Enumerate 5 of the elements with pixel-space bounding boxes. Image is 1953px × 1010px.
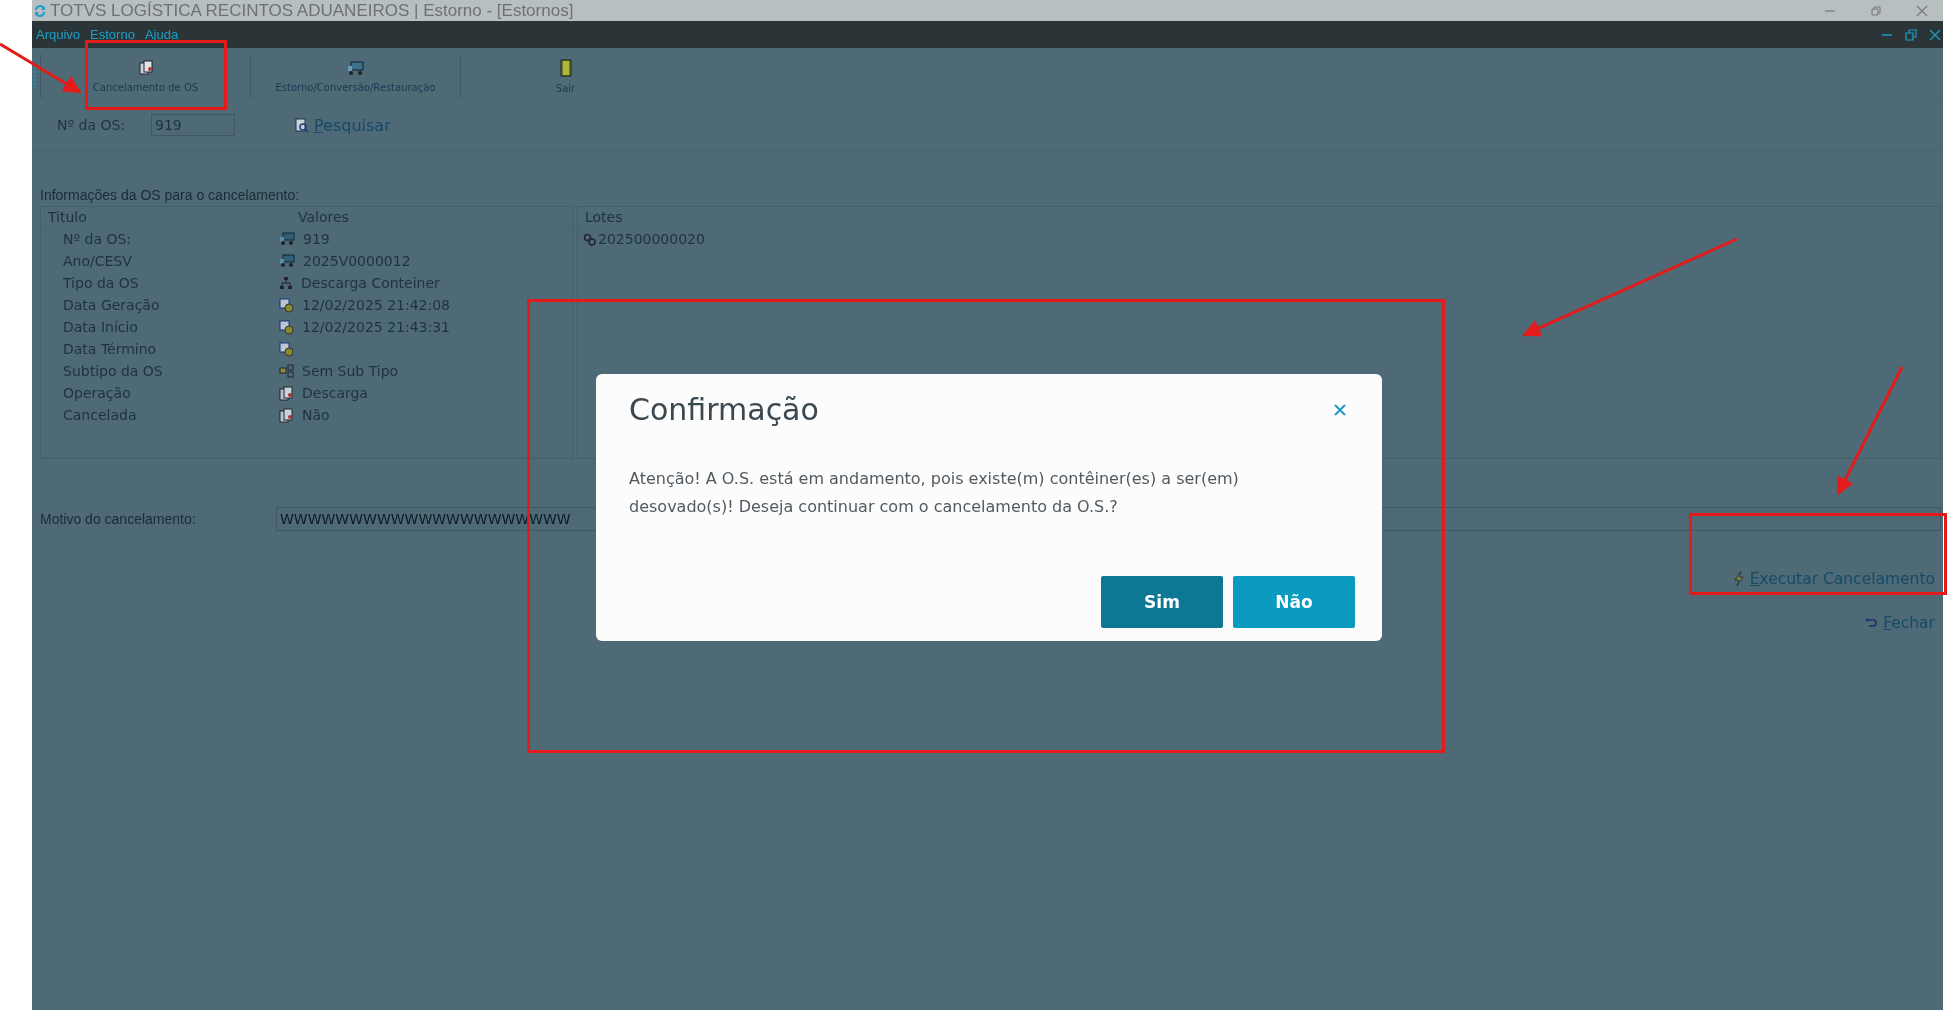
dialog-title: Confirmação bbox=[629, 392, 819, 427]
dialog-message: Atenção! A O.S. está em andamento, pois existe(m) contêiner(es) a ser(em) desovado(s)! Deseja continuar com o cancelamento da O.S.? bbox=[629, 468, 1240, 518]
reason-label: Motivo do cancelamento: bbox=[40, 511, 197, 527]
section-title: Informações da OS para o cancelamento: bbox=[40, 187, 301, 203]
window-title: TOTVS LOGÍSTICA RECINTOS ADUANEIROS | Estorno - [Estornos] bbox=[50, 0, 574, 21]
